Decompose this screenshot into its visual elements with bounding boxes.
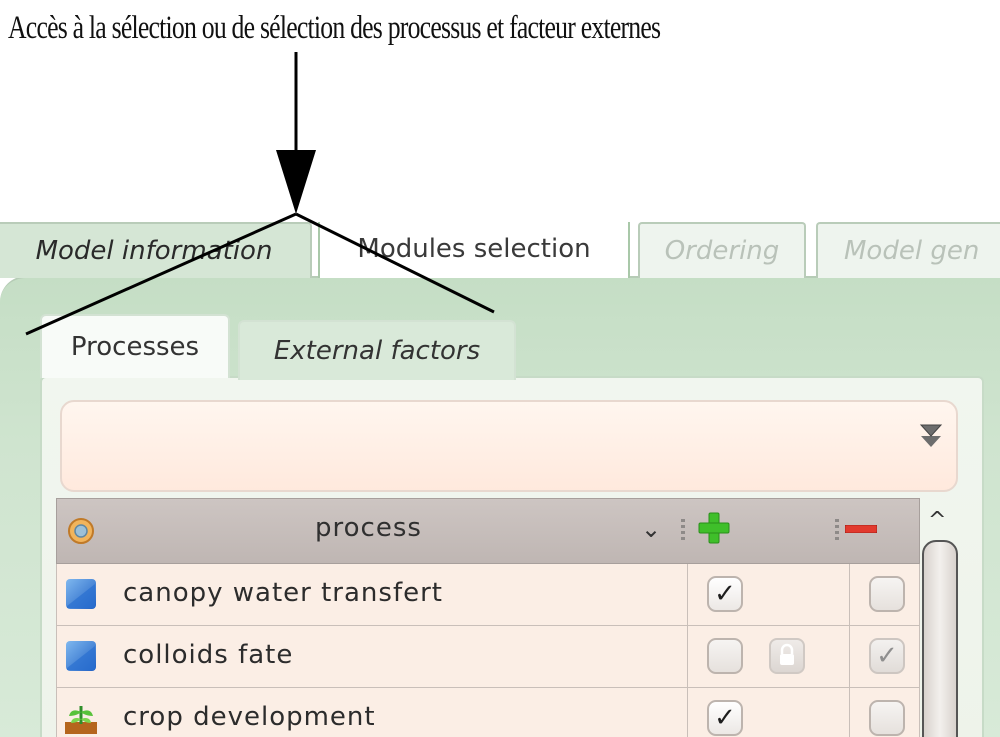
crop-plant-icon <box>65 706 97 734</box>
process-type-icon <box>68 518 94 544</box>
process-name: colloids fate <box>123 640 294 670</box>
remove-checkbox[interactable] <box>869 700 905 736</box>
column-divider <box>687 564 688 625</box>
column-divider <box>849 564 850 625</box>
table-row[interactable]: crop development ✓ <box>56 688 920 737</box>
remove-checkbox[interactable] <box>869 576 905 612</box>
tab-label: Modules selection <box>357 234 591 264</box>
remove-checkbox[interactable]: ✓ <box>869 638 905 674</box>
filter-area <box>60 400 958 492</box>
process-name: crop development <box>123 702 376 732</box>
tab-ordering[interactable]: Ordering <box>638 222 806 278</box>
tab-label: Processes <box>70 332 200 362</box>
column-divider <box>687 688 688 737</box>
tab-processes[interactable]: Processes <box>40 314 230 378</box>
blue-module-icon <box>66 641 96 671</box>
add-checkbox[interactable] <box>707 638 743 674</box>
column-header-process[interactable]: process <box>315 513 422 543</box>
annotation-caption: Accès à la sélection ou de sélection des… <box>8 10 661 46</box>
collapse-icon[interactable] <box>918 422 944 452</box>
table-header: process ⌄ <box>56 498 920 564</box>
scroll-up-arrow-icon[interactable]: ^ <box>928 508 946 533</box>
lock-icon <box>769 638 805 674</box>
column-divider <box>849 688 850 737</box>
column-divider <box>849 626 850 687</box>
tab-external-factors[interactable]: External factors <box>238 320 516 380</box>
add-plus-icon[interactable] <box>697 511 731 545</box>
chevron-down-icon[interactable]: ⌄ <box>641 515 661 543</box>
remove-minus-icon[interactable] <box>845 525 877 533</box>
tab-modules-selection[interactable]: Modules selection <box>318 222 630 278</box>
column-separator <box>681 519 685 541</box>
tab-label: External factors <box>273 336 481 366</box>
add-checkbox[interactable]: ✓ <box>707 700 743 736</box>
tab-model-information[interactable]: Model information <box>0 222 312 278</box>
tab-label: Model information <box>35 236 273 266</box>
column-separator <box>835 519 839 541</box>
blue-module-icon <box>66 579 96 609</box>
modules-window: Model information Modules selection Orde… <box>0 222 1000 737</box>
table-row[interactable]: canopy water transfert ✓ <box>56 564 920 626</box>
vertical-scrollbar[interactable] <box>922 540 958 737</box>
process-name: canopy water transfert <box>123 578 443 608</box>
tab-label: Ordering <box>664 236 780 266</box>
tab-model-generation[interactable]: Model gen <box>816 222 1000 278</box>
tab-label: Model gen <box>844 236 980 266</box>
column-divider <box>687 626 688 687</box>
add-checkbox[interactable]: ✓ <box>707 576 743 612</box>
table-row[interactable]: colloids fate ✓ <box>56 626 920 688</box>
